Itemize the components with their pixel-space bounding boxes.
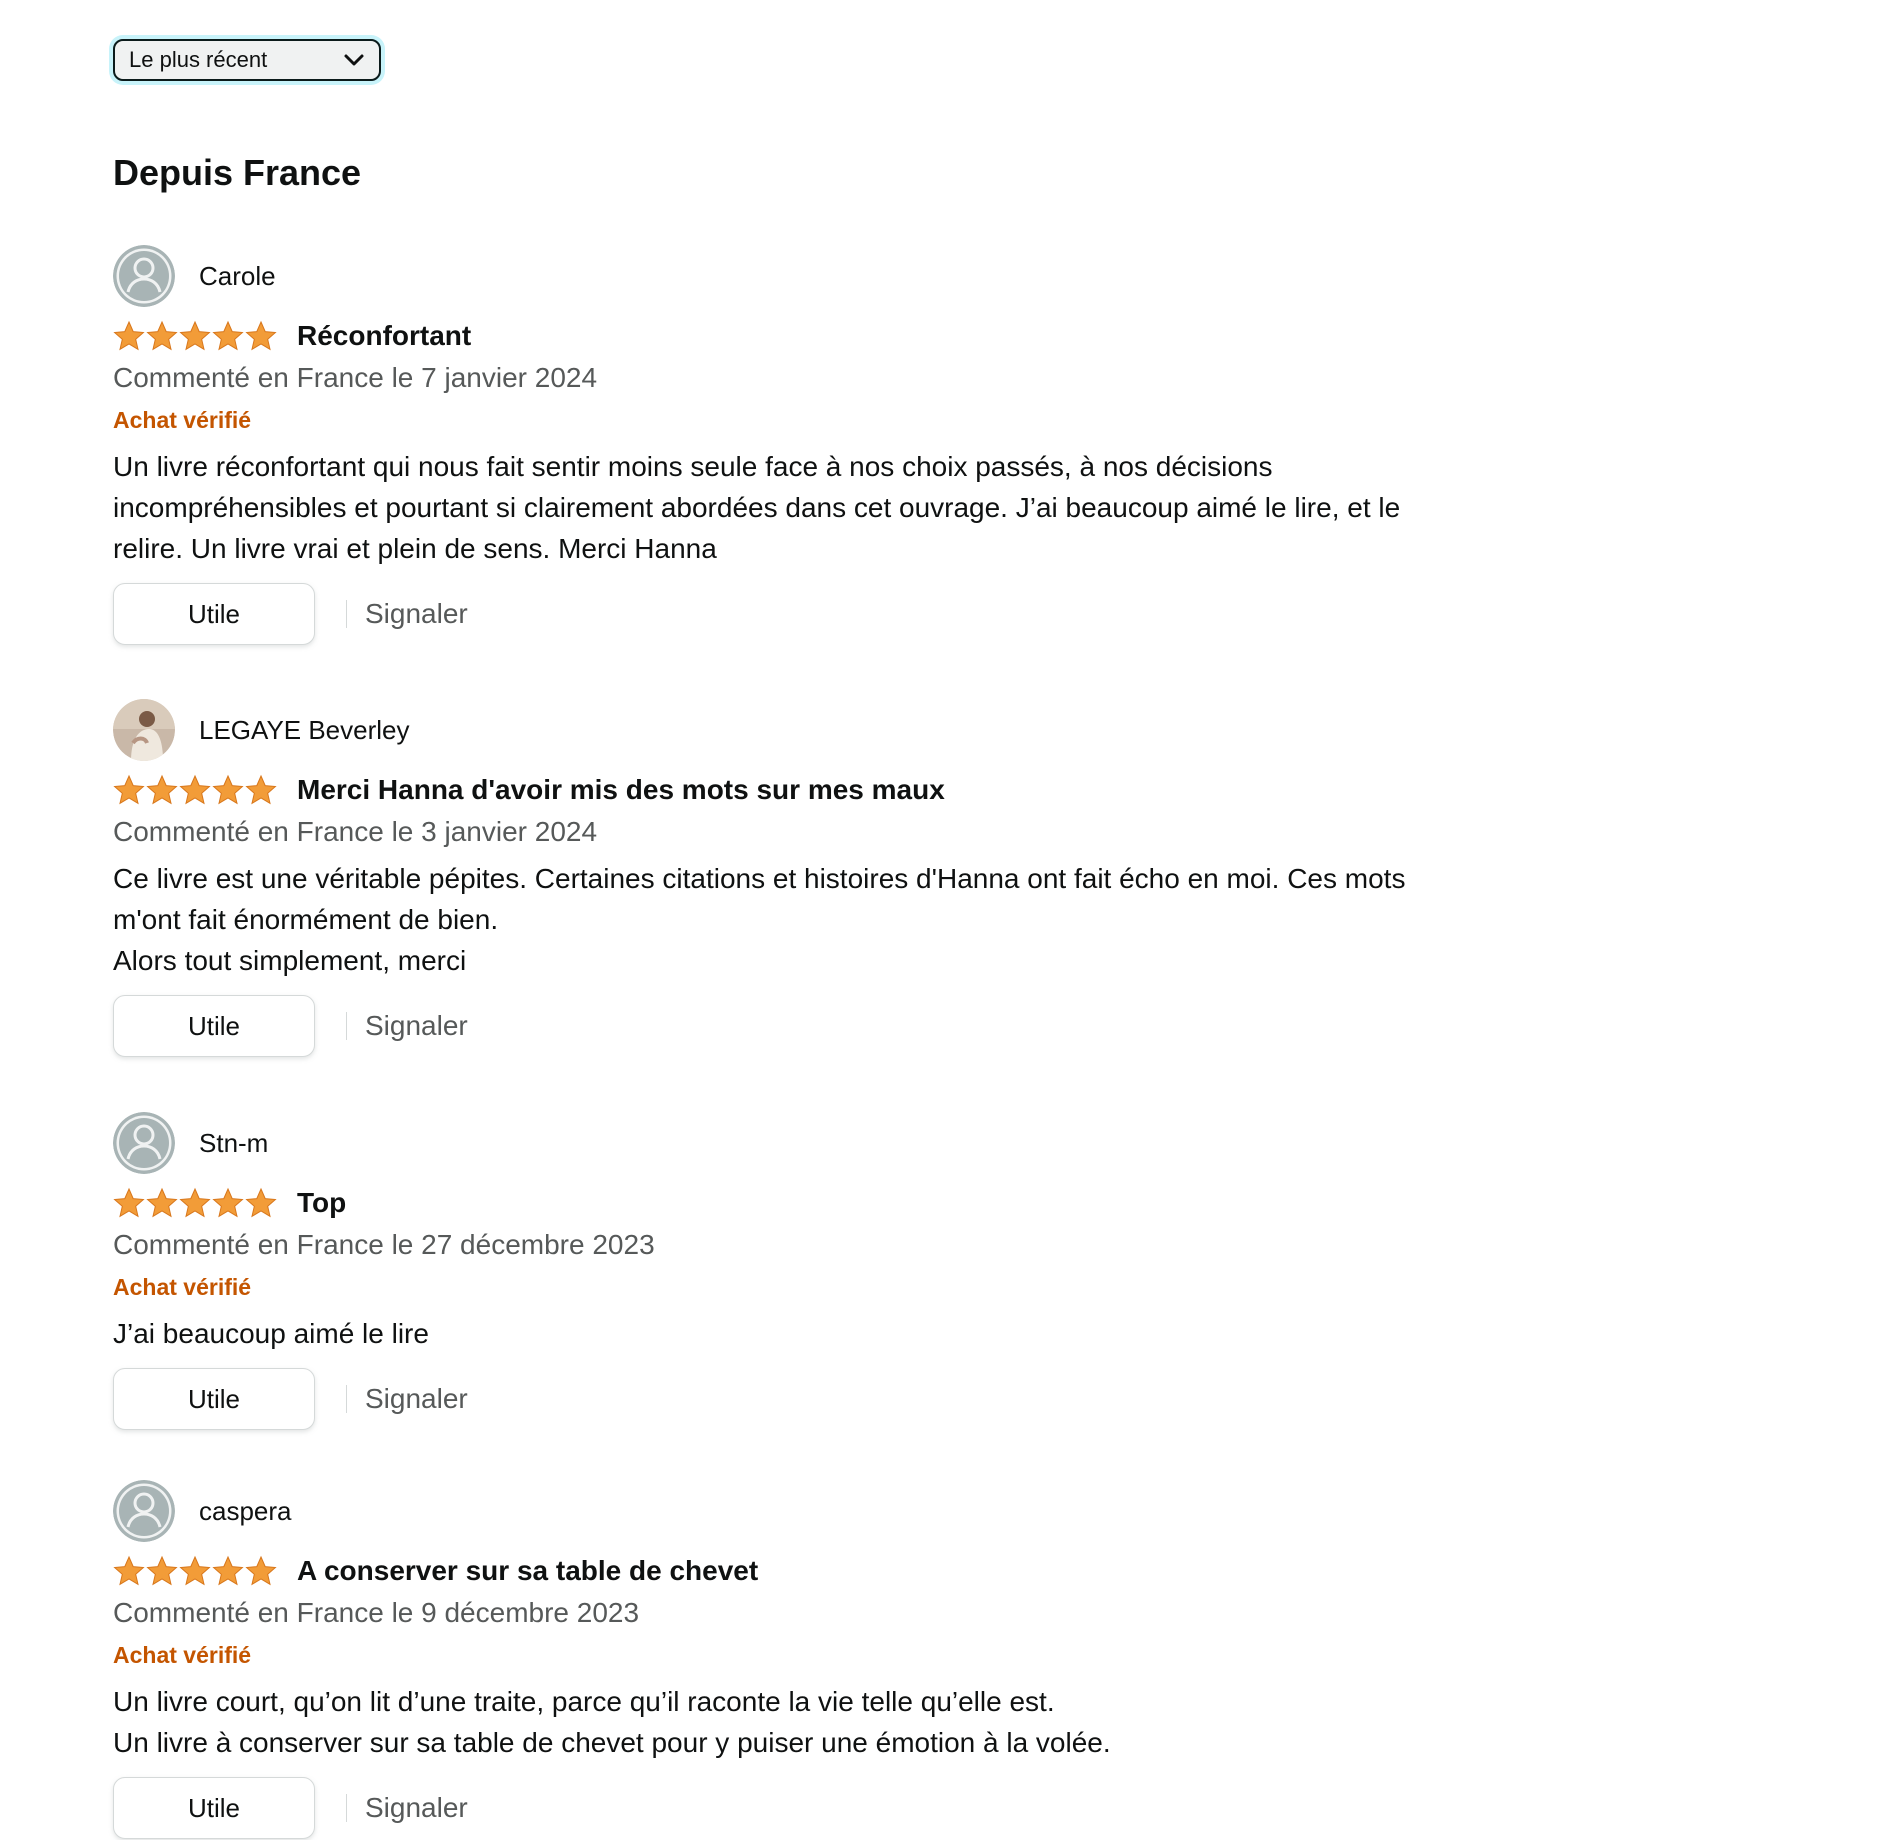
- review-actions: Utile Signaler: [113, 1367, 468, 1431]
- report-link[interactable]: Signaler: [365, 1383, 468, 1415]
- review-title: Réconfortant: [297, 320, 472, 351]
- star-icon: [179, 1555, 211, 1586]
- reviewer-name: caspera: [199, 1495, 292, 1526]
- reviewer-profile[interactable]: caspera: [113, 1479, 292, 1543]
- review-actions: Utile Signaler: [113, 1776, 468, 1840]
- report-link[interactable]: Signaler: [365, 1010, 468, 1042]
- review-title-row[interactable]: A conserver sur sa table de chevet: [113, 1551, 758, 1591]
- section-title: Depuis France: [113, 152, 362, 193]
- action-divider: [346, 1385, 347, 1413]
- review-body: Ce livre est une véritable pépites. Cert…: [113, 863, 1406, 976]
- report-link[interactable]: Signaler: [365, 598, 468, 630]
- star-icon: [212, 320, 244, 351]
- review-body: Un livre court, qu’on lit d’une traite, …: [113, 1686, 1111, 1758]
- reviewer-profile[interactable]: Stn-m: [113, 1111, 268, 1175]
- verified-purchase-badge: Achat vérifié: [113, 407, 252, 433]
- star-icon: [245, 1187, 277, 1218]
- reviewer-name: LEGAYE Beverley: [199, 714, 410, 745]
- review-date: Commenté en France le 27 décembre 2023: [113, 1229, 655, 1260]
- default-avatar-icon: [113, 1112, 175, 1174]
- star-icon: [146, 320, 178, 351]
- star-icon: [245, 320, 277, 351]
- helpful-button[interactable]: Utile: [113, 1368, 315, 1430]
- review-actions: Utile Signaler: [113, 994, 468, 1058]
- chevron-down-icon: [344, 54, 364, 66]
- star-rating: [113, 1555, 277, 1587]
- review-title-row[interactable]: Top: [113, 1183, 346, 1223]
- default-avatar-icon: [113, 245, 175, 307]
- review-title: Top: [297, 1187, 347, 1218]
- review-actions: Utile Signaler: [113, 582, 468, 646]
- star-icon: [245, 1555, 277, 1586]
- review-date: Commenté en France le 9 décembre 2023: [113, 1597, 640, 1628]
- star-rating: [113, 774, 277, 806]
- review-body: J’ai beaucoup aimé le lire: [113, 1318, 429, 1349]
- review-title: Merci Hanna d'avoir mis des mots sur mes…: [297, 774, 945, 805]
- review-date: Commenté en France le 3 janvier 2024: [113, 816, 598, 847]
- action-divider: [346, 600, 347, 628]
- star-icon: [179, 320, 211, 351]
- star-icon: [212, 1555, 244, 1586]
- star-icon: [179, 774, 211, 805]
- default-avatar-icon: [113, 1480, 175, 1542]
- helpful-button[interactable]: Utile: [113, 583, 315, 645]
- star-rating: [113, 320, 277, 352]
- star-icon: [113, 320, 145, 351]
- photo-avatar-icon: [113, 699, 175, 761]
- reviewer-profile[interactable]: LEGAYE Beverley: [113, 698, 410, 762]
- star-rating: [113, 1187, 277, 1219]
- helpful-button[interactable]: Utile: [113, 1777, 315, 1839]
- star-icon: [179, 1187, 211, 1218]
- star-icon: [146, 1187, 178, 1218]
- star-icon: [113, 1555, 145, 1586]
- sort-selected-value: Le plus récent: [129, 47, 268, 72]
- review-title: A conserver sur sa table de chevet: [297, 1555, 759, 1586]
- star-icon: [245, 774, 277, 805]
- star-icon: [212, 1187, 244, 1218]
- review-body: Un livre réconfortant qui nous fait sent…: [113, 451, 1401, 564]
- star-icon: [113, 774, 145, 805]
- reviewer-name: Carole: [199, 260, 276, 291]
- star-icon: [146, 1555, 178, 1586]
- review-date: Commenté en France le 7 janvier 2024: [113, 362, 598, 393]
- review-title-row[interactable]: Réconfortant: [113, 316, 471, 356]
- star-icon: [146, 774, 178, 805]
- helpful-button[interactable]: Utile: [113, 995, 315, 1057]
- reviewer-name: Stn-m: [199, 1127, 269, 1158]
- action-divider: [346, 1794, 347, 1822]
- report-link[interactable]: Signaler: [365, 1792, 468, 1824]
- sort-dropdown[interactable]: Le plus récent: [113, 39, 381, 81]
- star-icon: [212, 774, 244, 805]
- star-icon: [113, 1187, 145, 1218]
- verified-purchase-badge: Achat vérifié: [113, 1642, 252, 1668]
- reviewer-profile[interactable]: Carole: [113, 244, 276, 308]
- action-divider: [346, 1012, 347, 1040]
- review-title-row[interactable]: Merci Hanna d'avoir mis des mots sur mes…: [113, 770, 945, 810]
- verified-purchase-badge: Achat vérifié: [113, 1274, 252, 1300]
